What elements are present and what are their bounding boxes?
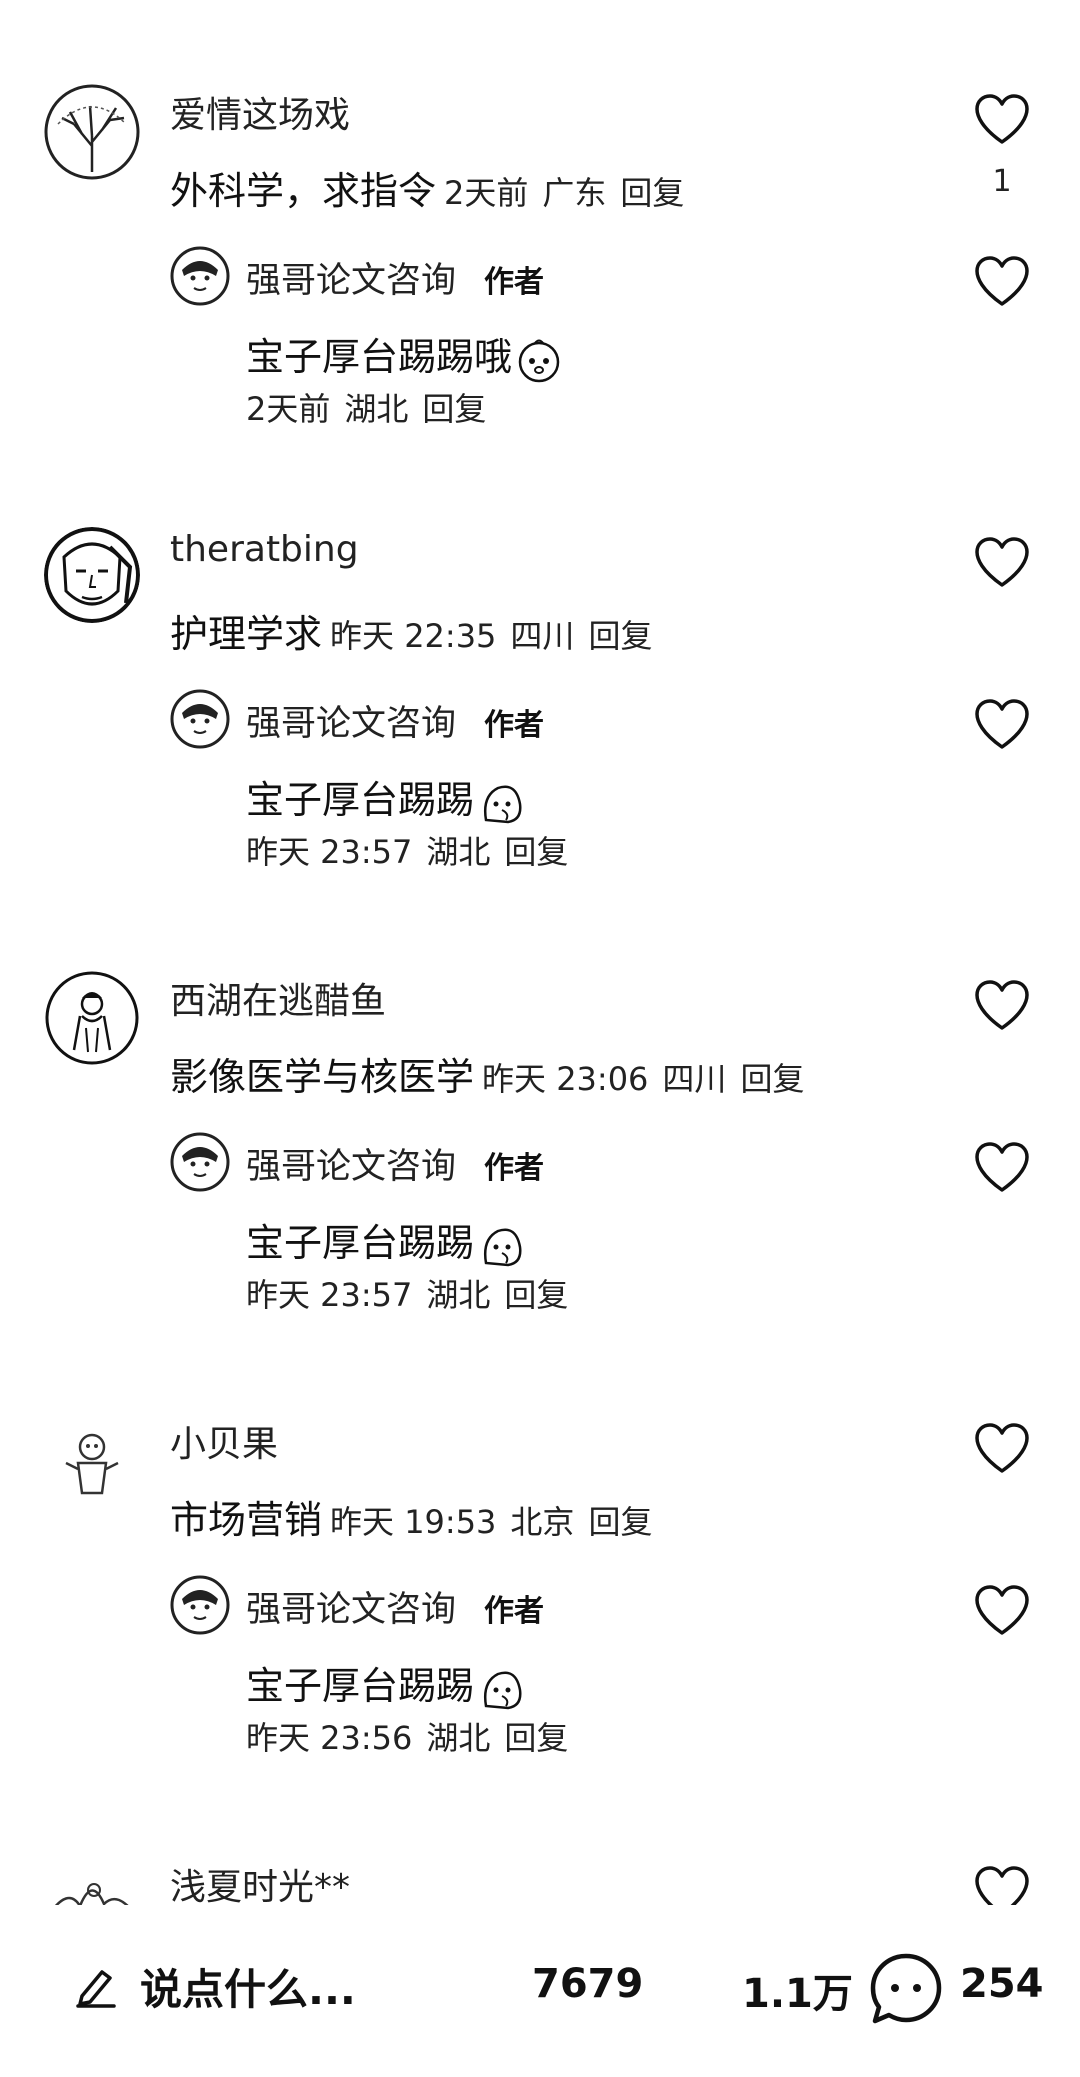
reply-location: 湖北 bbox=[426, 1719, 491, 1757]
heart-icon[interactable] bbox=[974, 1142, 1030, 1194]
heart-icon[interactable] bbox=[974, 1866, 1030, 1905]
author-username[interactable]: 强哥论文咨询 作者 bbox=[246, 1138, 544, 1189]
reply-link[interactable]: 回复 bbox=[504, 833, 568, 871]
comment-location: 四川 bbox=[510, 617, 575, 655]
author-avatar[interactable] bbox=[170, 246, 230, 306]
emoji-icon bbox=[478, 780, 524, 826]
comment-location: 广东 bbox=[542, 174, 607, 212]
author-reply-text[interactable]: 宝子厚台踢踢哦 bbox=[246, 326, 562, 383]
author-reply-meta: 昨天 23:57 湖北 回复 bbox=[246, 1270, 568, 1316]
like-count: 1 bbox=[992, 164, 1012, 199]
heart-icon[interactable] bbox=[974, 699, 1030, 751]
comment-body: 护理学求 bbox=[170, 612, 323, 656]
author-username[interactable]: 强哥论文咨询 作者 bbox=[246, 1581, 544, 1632]
reply-time: 昨天 23:57 bbox=[246, 833, 413, 871]
comment-bubble-icon[interactable] bbox=[868, 1951, 944, 2027]
author-name: 强哥论文咨询 bbox=[246, 1147, 457, 1187]
pen-icon bbox=[74, 1964, 118, 2008]
author-badge: 作者 bbox=[484, 265, 545, 300]
heart-icon[interactable] bbox=[974, 1423, 1030, 1475]
avatar[interactable] bbox=[44, 84, 140, 180]
author-name: 强哥论文咨询 bbox=[246, 1590, 457, 1630]
author-avatar[interactable] bbox=[170, 689, 230, 749]
author-username[interactable]: 强哥论文咨询 作者 bbox=[246, 695, 544, 746]
author-name: 强哥论文咨询 bbox=[246, 261, 457, 301]
comment-location: 北京 bbox=[510, 1503, 575, 1541]
comment-text[interactable]: 影像医学与核医学 昨天 23:06 四川 回复 bbox=[170, 1046, 804, 1101]
like-count-button[interactable]: 7679 bbox=[532, 1961, 643, 2007]
reply-link[interactable]: 回复 bbox=[588, 617, 652, 655]
comment-meta: 2天前 广东 回复 bbox=[444, 174, 684, 212]
avatar[interactable] bbox=[44, 1413, 140, 1509]
comment-text[interactable]: 市场营销 昨天 19:53 北京 回复 bbox=[170, 1489, 652, 1544]
comment-count[interactable]: 254 bbox=[960, 1961, 1044, 2007]
heart-icon[interactable] bbox=[974, 256, 1030, 308]
favorite-count-button[interactable]: 1.1万 bbox=[742, 1961, 853, 2019]
reply-time: 昨天 23:57 bbox=[246, 1276, 413, 1314]
comment-time: 昨天 22:35 bbox=[330, 617, 497, 655]
reply-link[interactable]: 回复 bbox=[740, 1060, 804, 1098]
comment-text[interactable]: 外科学，求指令 2天前 广东 回复 bbox=[170, 160, 684, 215]
author-badge: 作者 bbox=[484, 1151, 545, 1186]
comment-username[interactable]: 浅夏时光** bbox=[170, 1858, 350, 1905]
reply-location: 湖北 bbox=[426, 1276, 491, 1314]
comment-username[interactable]: 小贝果 bbox=[170, 1415, 278, 1467]
author-reply-meta: 昨天 23:56 湖北 回复 bbox=[246, 1713, 568, 1759]
reply-link[interactable]: 回复 bbox=[588, 1503, 652, 1541]
author-reply-meta: 昨天 23:57 湖北 回复 bbox=[246, 827, 568, 873]
reply-body: 宝子厚台踢踢 bbox=[246, 778, 475, 822]
comment-username[interactable]: 爱情这场戏 bbox=[170, 86, 350, 138]
reply-body: 宝子厚台踢踢 bbox=[246, 1221, 475, 1265]
reply-link[interactable]: 回复 bbox=[504, 1276, 568, 1314]
comment-input-placeholder: 说点什么... bbox=[140, 1964, 356, 2014]
author-name: 强哥论文咨询 bbox=[246, 704, 457, 744]
author-reply-text[interactable]: 宝子厚台踢踢 bbox=[246, 1655, 524, 1712]
comment-time: 2天前 bbox=[444, 174, 529, 212]
comment-feed[interactable]: 爱情这场戏 外科学，求指令 2天前 广东 回复 1 强哥论文咨询 作者 宝子厚台踢踢哦 … bbox=[0, 0, 1080, 1905]
comment-body: 外科学，求指令 bbox=[170, 169, 437, 213]
author-badge: 作者 bbox=[484, 708, 545, 743]
author-username[interactable]: 强哥论文咨询 作者 bbox=[246, 252, 544, 303]
comment-meta: 昨天 22:35 四川 回复 bbox=[330, 617, 652, 655]
author-reply-text[interactable]: 宝子厚台踢踢 bbox=[246, 1212, 524, 1269]
avatar[interactable] bbox=[44, 1856, 140, 1905]
reply-body: 宝子厚台踢踢哦 bbox=[246, 335, 513, 379]
comment-username[interactable]: theratbing bbox=[170, 529, 359, 570]
heart-icon[interactable] bbox=[974, 537, 1030, 589]
comment-time: 昨天 23:06 bbox=[482, 1060, 649, 1098]
author-avatar[interactable] bbox=[170, 1575, 230, 1635]
author-badge: 作者 bbox=[484, 1594, 545, 1629]
heart-icon[interactable] bbox=[974, 94, 1030, 146]
avatar[interactable] bbox=[44, 970, 140, 1066]
comment-location: 四川 bbox=[662, 1060, 727, 1098]
comment-input[interactable]: 说点什么... bbox=[74, 1951, 356, 2021]
reply-body: 宝子厚台踢踢 bbox=[246, 1664, 475, 1708]
bottom-action-bar: 说点什么... 7679 1.1万 254 bbox=[0, 1905, 1080, 2077]
reply-time: 2天前 bbox=[246, 390, 331, 428]
reply-location: 湖北 bbox=[344, 390, 409, 428]
emoji-icon bbox=[516, 337, 562, 383]
comment-username[interactable]: 西湖在逃醋鱼 bbox=[170, 972, 386, 1024]
reply-link[interactable]: 回复 bbox=[422, 390, 486, 428]
comment-body: 市场营销 bbox=[170, 1498, 323, 1542]
reply-location: 湖北 bbox=[426, 833, 491, 871]
comment-text[interactable]: 护理学求 昨天 22:35 四川 回复 bbox=[170, 603, 652, 658]
reply-link[interactable]: 回复 bbox=[504, 1719, 568, 1757]
comment-time: 昨天 19:53 bbox=[330, 1503, 497, 1541]
avatar[interactable] bbox=[44, 527, 140, 623]
reply-link[interactable]: 回复 bbox=[620, 174, 684, 212]
comment-body: 影像医学与核医学 bbox=[170, 1055, 475, 1099]
comment-meta: 昨天 23:06 四川 回复 bbox=[482, 1060, 804, 1098]
comment-meta: 昨天 19:53 北京 回复 bbox=[330, 1503, 652, 1541]
author-reply-text[interactable]: 宝子厚台踢踢 bbox=[246, 769, 524, 826]
heart-icon[interactable] bbox=[974, 1585, 1030, 1637]
reply-time: 昨天 23:56 bbox=[246, 1719, 413, 1757]
emoji-icon bbox=[478, 1223, 524, 1269]
heart-icon[interactable] bbox=[974, 980, 1030, 1032]
author-reply-meta: 2天前 湖北 回复 bbox=[246, 384, 486, 430]
emoji-icon bbox=[478, 1666, 524, 1712]
author-avatar[interactable] bbox=[170, 1132, 230, 1192]
